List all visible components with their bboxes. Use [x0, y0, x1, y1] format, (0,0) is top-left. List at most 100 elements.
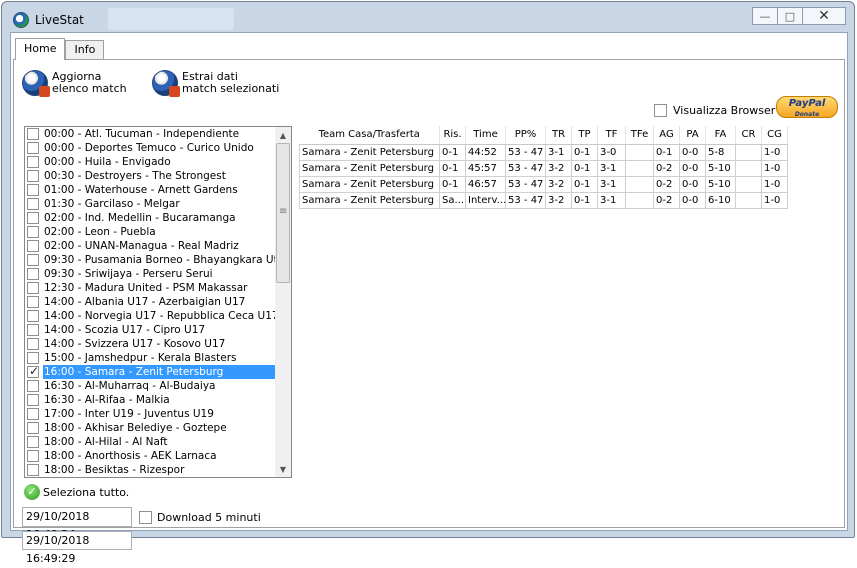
datetime-field-start[interactable]: 29/10/2018 16:49:24	[22, 507, 132, 541]
list-item[interactable]: 16:30 - Al-Rifaa - Malkia	[25, 393, 277, 407]
match-checkbox[interactable]	[27, 268, 39, 280]
column-header[interactable]: Time	[465, 126, 506, 145]
match-checkbox[interactable]	[27, 198, 39, 210]
tab-info[interactable]: Info	[65, 40, 105, 60]
list-item[interactable]: 14:00 - Svizzera U17 - Kosovo U17	[25, 337, 277, 351]
select-all-button[interactable]: ✓ Seleziona tutto.	[24, 484, 129, 500]
column-header[interactable]: TP	[571, 126, 598, 145]
list-item[interactable]: 02:00 - Ind. Medellin - Bucaramanga	[25, 211, 277, 225]
list-item[interactable]: 18:00 - Al-Hilal - Al Naft	[25, 435, 277, 449]
paypal-donate-button[interactable]: PayPal Donate	[776, 96, 838, 118]
close-button[interactable]: ✕	[802, 7, 846, 25]
paypal-label: PayPal	[788, 98, 826, 109]
title-bar[interactable]: LiveStat — □ ✕	[2, 2, 854, 32]
match-checkbox[interactable]	[27, 364, 39, 378]
match-checkbox[interactable]	[27, 324, 39, 336]
list-item[interactable]: 14:00 - Norvegia U17 - Repubblica Ceca U…	[25, 309, 279, 323]
column-header[interactable]: Team Casa/Trasferta	[299, 126, 440, 145]
table-row[interactable]: Samara - Zenit Petersburg Sa... Interv... 5…	[299, 191, 788, 209]
match-checkbox[interactable]	[27, 254, 39, 266]
match-checkbox[interactable]	[27, 450, 39, 462]
minimize-button[interactable]: —	[752, 7, 778, 25]
datetime-field-end[interactable]: 29/10/2018 16:49:29	[22, 531, 132, 565]
match-checkbox[interactable]	[27, 408, 39, 420]
table-cell: 0-1	[439, 143, 466, 161]
match-label: 00:00 - Huila - Envigado	[44, 156, 171, 168]
list-item[interactable]: 01:30 - Garcilaso - Melgar	[25, 197, 277, 211]
match-checkbox[interactable]	[27, 296, 39, 308]
extract-data-button[interactable]: Estrai dati match selezionati	[152, 70, 279, 97]
table-cell: 6-10	[705, 191, 736, 209]
column-header[interactable]: Ris.	[439, 126, 466, 145]
scroll-up-arrow-icon[interactable]: ▲	[275, 127, 291, 143]
table-cell: 1-0	[761, 175, 788, 193]
match-checkbox[interactable]	[27, 170, 39, 182]
list-item[interactable]: 00:00 - Atl. Tucuman - Independiente	[25, 127, 277, 141]
download-checkbox[interactable]	[139, 511, 152, 524]
column-header[interactable]: CR	[735, 126, 762, 145]
list-item[interactable]: 18:00 - Akhisar Belediye - Goztepe	[25, 421, 277, 435]
list-item[interactable]: 02:00 - Leon - Puebla	[25, 225, 277, 239]
match-checkbox[interactable]	[27, 464, 39, 476]
list-item[interactable]: 00:00 - Deportes Temuco - Curico Unido	[25, 141, 277, 155]
match-list[interactable]: 00:00 - Atl. Tucuman - Independiente 00:0…	[24, 126, 292, 478]
column-header[interactable]: CG	[761, 126, 788, 145]
table-row[interactable]: Samara - Zenit Petersburg 0-1 44:52 53 - 47…	[299, 143, 788, 161]
list-item[interactable]: 00:30 - Destroyers - The Strongest	[25, 169, 277, 183]
match-checkbox[interactable]	[27, 436, 39, 448]
column-header[interactable]: PP%	[505, 126, 546, 145]
match-checkbox[interactable]	[27, 128, 39, 140]
update-label-line2: elenco match	[52, 82, 127, 95]
match-checkbox[interactable]	[27, 184, 39, 196]
list-item[interactable]: 16:30 - Al-Muharraq - Al-Budaiya	[25, 379, 277, 393]
column-header[interactable]: AG	[653, 126, 680, 145]
match-checkbox[interactable]	[27, 142, 39, 154]
list-item[interactable]: 14:00 - Albania U17 - Azerbaigian U17	[25, 295, 277, 309]
column-header[interactable]: FA	[705, 126, 736, 145]
match-checkbox[interactable]	[27, 240, 39, 252]
list-item[interactable]: 02:00 - UNAN-Managua - Real Madriz	[25, 239, 277, 253]
column-header[interactable]: TR	[545, 126, 572, 145]
list-item[interactable]: 00:00 - Huila - Envigado	[25, 155, 277, 169]
browser-toggle[interactable]: Visualizza Browser	[654, 104, 775, 117]
match-checkbox[interactable]	[27, 422, 39, 434]
match-checkbox[interactable]	[27, 338, 39, 350]
column-header[interactable]: TFe	[625, 126, 654, 145]
match-checkbox[interactable]	[27, 282, 39, 294]
list-item[interactable]: 17:00 - Inter U19 - Juventus U19	[25, 407, 277, 421]
match-checkbox[interactable]	[27, 156, 39, 168]
table-row[interactable]: Samara - Zenit Petersburg 0-1 45:57 53 - 47…	[299, 159, 788, 177]
match-checkbox[interactable]	[27, 212, 39, 224]
tab-home[interactable]: Home	[15, 38, 66, 60]
list-item[interactable]: 16:00 - Samara - Zenit Petersburg	[25, 364, 277, 379]
column-header[interactable]: PA	[679, 126, 706, 145]
list-item[interactable]: 18:00 - Besiktas - Rizespor	[25, 463, 277, 477]
match-checkbox[interactable]	[27, 394, 39, 406]
list-item[interactable]: 09:30 - Sriwijaya - Perseru Serui	[25, 267, 277, 281]
match-list-scrollbar[interactable]: ▲ ▼	[275, 127, 291, 477]
update-match-list-button[interactable]: Aggiorna elenco match	[22, 70, 127, 97]
table-cell: 0-1	[571, 175, 598, 193]
table-cell: 46:57	[465, 175, 506, 193]
list-item[interactable]: 01:00 - Waterhouse - Arnett Gardens	[25, 183, 277, 197]
list-item[interactable]: 15:00 - Jamshedpur - Kerala Blasters	[25, 351, 277, 365]
match-list-items: 00:00 - Atl. Tucuman - Independiente 00:0…	[25, 127, 284, 477]
list-item[interactable]: 14:00 - Scozia U17 - Cipro U17	[25, 323, 277, 337]
list-item[interactable]: 18:00 - Anorthosis - AEK Larnaca	[25, 449, 277, 463]
table-cell: 53 - 47	[505, 191, 546, 209]
maximize-button[interactable]: □	[777, 7, 803, 25]
download-toggle[interactable]: Download 5 minuti	[139, 511, 261, 524]
stats-grid[interactable]: Team Casa/Trasferta Ris. Time PP% TR TP TF TFe A…	[299, 126, 788, 209]
match-checkbox[interactable]	[27, 352, 39, 364]
list-item[interactable]: 09:30 - Pusamania Borneo - Bhayangkara U…	[25, 253, 284, 267]
match-checkbox[interactable]	[27, 380, 39, 392]
column-header[interactable]: TF	[597, 126, 626, 145]
table-cell: 5-10	[705, 175, 736, 193]
match-checkbox[interactable]	[27, 310, 39, 322]
scroll-down-arrow-icon[interactable]: ▼	[275, 461, 291, 477]
scroll-thumb[interactable]	[276, 143, 290, 283]
list-item[interactable]: 12:30 - Madura United - PSM Makassar	[25, 281, 277, 295]
match-checkbox[interactable]	[27, 226, 39, 238]
table-row[interactable]: Samara - Zenit Petersburg 0-1 46:57 53 - 47…	[299, 175, 788, 193]
browser-checkbox[interactable]	[654, 104, 667, 117]
